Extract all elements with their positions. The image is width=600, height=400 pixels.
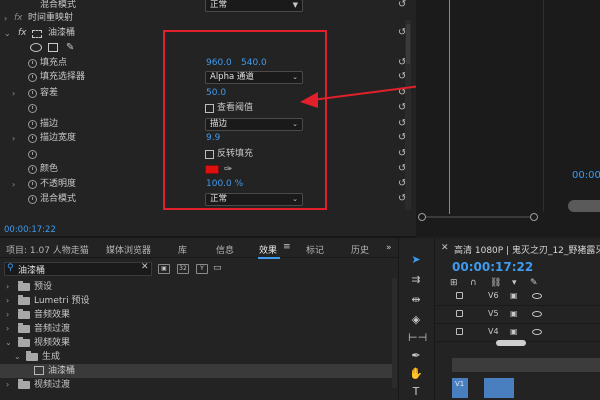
tab-info[interactable]: 信息	[216, 243, 234, 256]
track-header-v5: V5 ▣	[434, 306, 600, 324]
panel-menu-icon[interactable]: ≡	[283, 242, 291, 252]
tree-item-label: 视频效果	[34, 338, 71, 348]
zoom-track	[422, 216, 534, 218]
close-sequence-icon[interactable]: ✕	[441, 243, 449, 253]
tab-effects[interactable]: 效果	[259, 243, 277, 256]
zoom-end-handle[interactable]	[530, 213, 538, 221]
clip-label: V1	[455, 380, 465, 388]
tree-item-presets[interactable]: › 预设	[0, 280, 392, 294]
sync-lock-icon[interactable]: ▣	[510, 309, 518, 318]
track-name: V5	[488, 309, 499, 318]
linked-selection-icon[interactable]: ⛓	[490, 278, 501, 288]
playhead-line	[449, 0, 450, 214]
zoom-start-handle[interactable]	[418, 213, 426, 221]
folder-icon	[18, 323, 30, 333]
tree-item-audio-effects[interactable]: › 音频效果	[0, 308, 392, 322]
folder-icon	[26, 351, 38, 361]
track-select-tool-icon[interactable]: ⇉	[408, 272, 424, 288]
eye-icon[interactable]	[532, 329, 542, 335]
tree-item-label: 预设	[34, 282, 53, 292]
tab-project[interactable]: 项目: 1.07 人物走猫	[6, 243, 89, 256]
32bit-effects-icon[interactable]: 32	[177, 264, 189, 274]
sync-lock-icon[interactable]: ▣	[510, 327, 518, 336]
tree-item-label: Lumetri 预设	[34, 296, 90, 306]
chevron-down-icon[interactable]: ⌄	[5, 336, 12, 350]
search-icon: ⚲	[7, 263, 14, 273]
track-name: V4	[488, 327, 499, 336]
track-name: V6	[488, 291, 499, 300]
timeline-timecode[interactable]: 00:00:17:22	[452, 260, 533, 274]
folder-icon	[18, 309, 30, 319]
tree-item-label: 视频过渡	[34, 380, 71, 390]
ripple-edit-tool-icon[interactable]: ⇹	[408, 292, 424, 308]
accelerated-effects-icon[interactable]: ▣	[158, 264, 170, 274]
eye-icon[interactable]	[532, 293, 542, 299]
effects-scrollbar[interactable]	[392, 278, 397, 388]
monitor-scroll-handle[interactable]	[568, 200, 600, 212]
selection-tool-icon[interactable]: ➤	[408, 252, 424, 268]
folder-icon	[18, 337, 30, 347]
tab-libraries[interactable]: 库	[178, 243, 187, 256]
monitor-timecode[interactable]: 00:00	[572, 170, 600, 181]
tree-item-lumetri-presets[interactable]: › Lumetri 预设	[0, 294, 392, 308]
chevron-right-icon[interactable]: ›	[6, 378, 9, 392]
zoom-scrollbar[interactable]	[418, 212, 538, 222]
folder-icon	[18, 295, 30, 305]
chevron-right-icon[interactable]: ›	[6, 294, 9, 308]
active-tab-indicator	[258, 257, 280, 259]
tree-item-video-transitions[interactable]: › 视频过渡	[0, 378, 392, 392]
tree-item-generate[interactable]: ⌄ 生成	[0, 350, 392, 364]
pen-tool-icon[interactable]: ✒	[408, 348, 424, 364]
new-bin-icon[interactable]: ▭	[213, 263, 222, 273]
tree-item-label: 油漆桶	[48, 366, 76, 376]
sequence-tab[interactable]: 高清 1080P | 鬼灭之刃_12_野猪露牙 善	[454, 243, 600, 256]
clear-search-icon[interactable]: ✕	[141, 262, 149, 272]
hand-tool-icon[interactable]: ✋	[408, 366, 424, 382]
folder-icon	[18, 379, 30, 389]
chevron-down-icon[interactable]: ⌄	[14, 350, 21, 364]
tree-item-paint-bucket[interactable]: 油漆桶	[0, 364, 392, 378]
tree-item-label: 音频效果	[34, 310, 71, 320]
eye-icon[interactable]	[532, 311, 542, 317]
lock-icon[interactable]	[456, 310, 463, 317]
sync-lock-icon[interactable]: ▣	[510, 291, 518, 300]
lock-icon[interactable]	[456, 328, 463, 335]
search-value: 油漆桶	[18, 266, 46, 276]
tree-item-label: 音频过渡	[34, 324, 71, 334]
arrow-head	[300, 92, 318, 108]
monitor-divider	[543, 0, 544, 212]
razor-tool-icon[interactable]: ◈	[408, 312, 424, 328]
more-tabs-icon[interactable]: »	[386, 243, 392, 253]
track-scroll-indicator[interactable]	[496, 340, 526, 346]
snap-icon[interactable]: ∩	[470, 278, 477, 288]
chevron-right-icon[interactable]: ›	[6, 322, 9, 336]
slip-tool-icon[interactable]: ⊢⊣	[408, 330, 427, 346]
lock-icon[interactable]	[456, 292, 463, 299]
tab-media-browser[interactable]: 媒体浏览器	[106, 243, 151, 256]
tree-item-audio-transitions[interactable]: › 音频过渡	[0, 322, 392, 336]
track-header-v6: V6 ▣	[434, 288, 600, 306]
chevron-right-icon[interactable]: ›	[6, 280, 9, 294]
chevron-right-icon[interactable]: ›	[6, 308, 9, 322]
tree-item-label: 生成	[42, 352, 61, 362]
tab-markers[interactable]: 标记	[306, 243, 324, 256]
timeline-scroll-area[interactable]	[452, 358, 600, 372]
yuv-effects-icon[interactable]: Y	[196, 264, 208, 274]
nest-toggle-icon[interactable]: ⊞	[450, 278, 458, 288]
timeline-clip[interactable]	[484, 378, 514, 398]
folder-icon	[18, 281, 30, 291]
add-marker-icon[interactable]: ▾	[512, 278, 517, 288]
type-tool-icon[interactable]: T	[408, 384, 424, 400]
settings-wrench-icon[interactable]: ✎	[530, 278, 538, 288]
tab-history[interactable]: 历史	[351, 243, 369, 256]
effect-icon	[34, 366, 44, 375]
tree-item-video-effects[interactable]: ⌄ 视频效果	[0, 336, 392, 350]
